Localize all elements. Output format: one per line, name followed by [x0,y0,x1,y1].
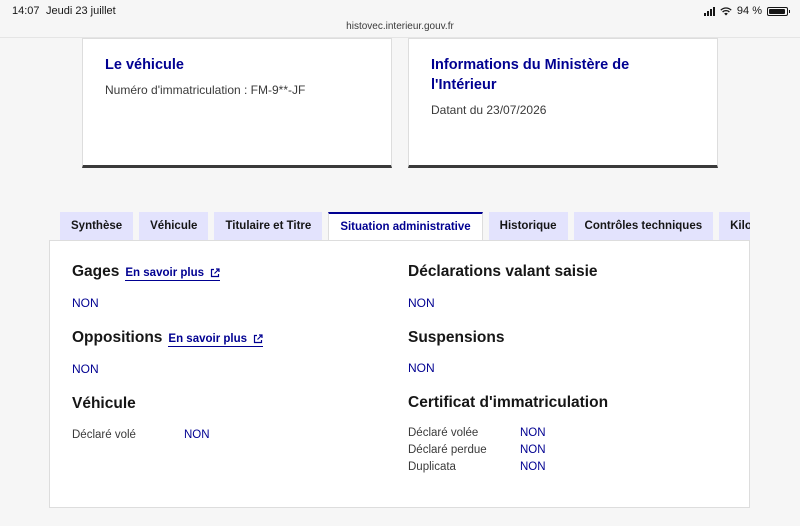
certificat-row: Déclaré volée NON [408,425,546,442]
tab-vehicule[interactable]: Véhicule [139,212,209,240]
tab-situation-administrative[interactable]: Situation administrative [328,212,483,241]
certificat-rows: Déclaré volée NON Déclaré perdue NON Dup… [408,425,546,476]
gages-more-link[interactable]: En savoir plus [125,267,220,281]
status-date: Jeudi 23 juillet [46,5,116,17]
status-time: 14:07 [12,5,40,17]
external-link-icon [253,334,263,344]
saisie-value: NON [408,296,435,310]
tab-controles-techniques[interactable]: Contrôles techniques [573,212,714,240]
oppositions-more-label: En savoir plus [168,333,248,345]
oppositions-title: Oppositions [72,329,163,346]
declared-stolen-row: Déclaré volé NON [72,427,210,444]
address-bar[interactable]: histovec.interieur.gouv.fr [0,21,800,32]
certificat-section-title: Certificat d'immatriculation [408,394,609,411]
situation-administrative-panel: Gages En savoir plus NON Oppositions En … [49,240,750,508]
data-date: Datant du 23/07/2026 [431,103,547,117]
tab-kilometrage[interactable]: Kilo [719,212,750,240]
page-content: Le véhicule Numéro d'immatriculation : F… [0,37,800,526]
oppositions-section: Oppositions En savoir plus [72,329,264,347]
suspensions-value: NON [408,361,435,375]
gages-title: Gages [72,263,120,280]
certificat-row: Déclaré perdue NON [408,442,546,459]
declared-stolen-label: Déclaré volé [72,429,136,441]
external-link-icon [210,268,220,278]
declared-stolen-value: NON [184,429,210,441]
vehicule-section-title: Véhicule [72,395,136,412]
tab-titulaire-titre[interactable]: Titulaire et Titre [214,212,323,240]
tab-historique[interactable]: Historique [488,212,568,240]
certificat-row-label: Déclaré volée [408,427,479,439]
oppositions-more-link[interactable]: En savoir plus [168,333,264,347]
status-indicators: 94 % [703,5,790,17]
gages-more-label: En savoir plus [125,267,204,279]
saisie-section-title: Déclarations valant saisie [408,263,598,280]
vehicule-rows: Déclaré volé NON [72,427,210,444]
certificat-row-label: Duplicata [408,461,456,473]
ministry-info-card: Informations du Ministère de l'Intérieur… [408,38,718,168]
certificat-row: Duplicata NON [408,459,546,476]
battery-icon [767,6,790,16]
ministry-info-title: Informations du Ministère de l'Intérieur [431,57,630,93]
gages-section: Gages En savoir plus [72,263,220,281]
certificat-row-value: NON [520,444,546,456]
registration-number: Numéro d'immatriculation : FM-9**-JF [105,83,306,97]
vehicle-card-title: Le véhicule [105,57,184,73]
certificat-row-label: Déclaré perdue [408,444,487,456]
gages-value: NON [72,296,99,310]
status-bar: 14:07 Jeudi 23 juillet 94 % [0,0,800,22]
battery-percentage: 94 % [736,5,762,17]
certificat-row-value: NON [520,427,546,439]
suspensions-section-title: Suspensions [408,329,505,346]
oppositions-value: NON [72,362,99,376]
wifi-icon [720,6,732,15]
tab-bar: Synthèse Véhicule Titulaire et Titre Situat… [60,212,750,241]
battery-level [769,8,785,14]
certificat-row-value: NON [520,461,546,473]
vehicle-card: Le véhicule Numéro d'immatriculation : F… [82,38,392,168]
cellular-signal-icon [703,6,715,16]
tab-synthese[interactable]: Synthèse [60,212,134,240]
